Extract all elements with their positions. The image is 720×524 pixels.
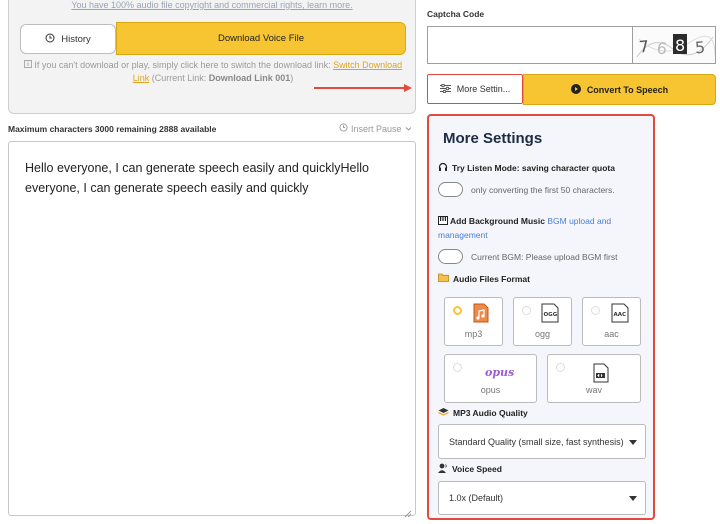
- bgm-toggle-text: Current BGM: Please upload BGM first: [471, 252, 618, 262]
- sliders-icon: [439, 83, 451, 95]
- bgm-management-link[interactable]: management: [438, 230, 488, 240]
- text-content: Hello everyone, I can generate speech ea…: [25, 161, 369, 195]
- voice-speed-select[interactable]: 1.0x (Default): [438, 481, 646, 515]
- format-option-aac[interactable]: AAC aac: [582, 297, 641, 346]
- bgm-label: Add Background Music: [450, 216, 545, 226]
- format-name: mp3: [464, 329, 483, 339]
- radio-selected: [453, 306, 462, 315]
- convert-to-speech-button[interactable]: Convert To Speech: [523, 74, 716, 105]
- info-icon: [23, 60, 35, 70]
- format-option-ogg[interactable]: OGG ogg: [513, 297, 572, 346]
- quality-label: MP3 Audio Quality: [453, 408, 528, 418]
- copyright-rights-link[interactable]: You have 100% audio file copyright and c…: [0, 0, 424, 10]
- speed-value: 1.0x (Default): [449, 493, 504, 503]
- radio-unselected: [453, 363, 462, 372]
- clock-icon: [339, 123, 348, 134]
- headphones-icon: [438, 162, 448, 174]
- layers-icon: [438, 407, 449, 419]
- radio-unselected: [591, 306, 600, 315]
- download-label: Download Voice File: [217, 33, 305, 44]
- current-link-prefix: (Current Link:: [151, 73, 207, 83]
- listen-mode-label: Try Listen Mode: saving character quota: [452, 163, 615, 173]
- switch-download-link-cont[interactable]: Link: [133, 73, 150, 83]
- history-label: History: [61, 33, 91, 45]
- annotation-arrow-head: [404, 83, 412, 92]
- bgm-upload-link[interactable]: BGM upload and: [547, 216, 611, 226]
- captcha-image[interactable]: 7 6 8 5: [632, 26, 716, 64]
- insert-pause-label: Insert Pause: [351, 123, 402, 134]
- format-label: Audio Files Format: [453, 273, 530, 284]
- audio-quality-select[interactable]: Standard Quality (small size, fast synth…: [438, 424, 646, 459]
- ogg-file-icon: OGG: [541, 303, 559, 328]
- piano-icon: [438, 216, 448, 229]
- aac-file-icon: AAC: [611, 303, 629, 328]
- captcha-char-1: 7: [638, 37, 650, 57]
- listen-mode-toggle-text: only converting the first 50 characters.: [471, 185, 615, 195]
- listen-mode-label-row: Try Listen Mode: saving character quota: [438, 162, 615, 174]
- aac-icon-text: AAC: [614, 312, 627, 318]
- caret-down-icon: [629, 439, 637, 445]
- speed-label: Voice Speed: [452, 464, 502, 474]
- insert-pause-button[interactable]: Insert Pause: [339, 123, 412, 134]
- convert-label: Convert To Speech: [586, 84, 669, 95]
- format-name: aac: [604, 329, 619, 339]
- chevron-down-icon: [405, 124, 412, 134]
- panel-title: More Settings: [443, 130, 543, 147]
- speaker-person-icon: [438, 463, 448, 475]
- history-button[interactable]: History: [20, 24, 116, 54]
- format-option-mp3[interactable]: mp3: [444, 297, 503, 346]
- quality-value: Standard Quality (small size, fast synth…: [449, 436, 624, 447]
- format-label-row: Audio Files Format: [438, 273, 530, 284]
- play-circle-icon: [570, 83, 581, 96]
- caret-down-icon: [629, 496, 637, 501]
- resize-handle-icon[interactable]: [404, 504, 412, 518]
- captcha-char-2: 6: [656, 38, 669, 58]
- radio-unselected: [556, 363, 565, 372]
- captcha-char-3: 8: [675, 36, 685, 55]
- more-settings-label: More Settin...: [456, 84, 511, 94]
- mp3-file-icon: [473, 303, 489, 328]
- annotation-arrow-line: [314, 87, 406, 89]
- ogg-icon-text: OGG: [544, 312, 558, 318]
- download-card: [8, 0, 416, 114]
- current-link-name: Download Link 001: [208, 73, 291, 83]
- bgm-label-row: Add Background Music BGM upload and mana…: [438, 215, 648, 242]
- folder-icon: [438, 273, 449, 284]
- format-name: wav: [585, 385, 602, 395]
- captcha-label: Captcha Code: [427, 9, 485, 19]
- captcha-char-4: 5: [694, 38, 705, 58]
- note-prefix: If you can't download or play, simply cl…: [34, 60, 331, 70]
- format-option-opus[interactable]: opus opus: [444, 354, 537, 403]
- download-link-note: If you can't download or play, simply cl…: [20, 59, 406, 85]
- speed-label-row: Voice Speed: [438, 463, 502, 475]
- format-option-wav[interactable]: wav: [547, 354, 641, 403]
- switch-download-link[interactable]: Switch Download: [333, 60, 402, 70]
- text-input-area[interactable]: Hello everyone, I can generate speech ea…: [8, 141, 416, 518]
- more-settings-button[interactable]: More Settin...: [427, 74, 523, 104]
- listen-mode-toggle[interactable]: [438, 182, 463, 197]
- current-link-suffix: ): [290, 73, 294, 83]
- bgm-toggle[interactable]: [438, 249, 463, 264]
- radio-unselected: [522, 306, 531, 315]
- download-voice-file-button[interactable]: Download Voice File: [116, 22, 406, 55]
- format-name: opus: [480, 385, 501, 395]
- format-name: ogg: [534, 329, 551, 339]
- opus-logo-icon: opus: [485, 366, 515, 379]
- captcha-input[interactable]: [427, 26, 633, 64]
- character-count: Maximum characters 3000 remaining 2888 a…: [8, 124, 217, 134]
- quality-label-row: MP3 Audio Quality: [438, 407, 528, 419]
- clock-icon: [45, 33, 55, 46]
